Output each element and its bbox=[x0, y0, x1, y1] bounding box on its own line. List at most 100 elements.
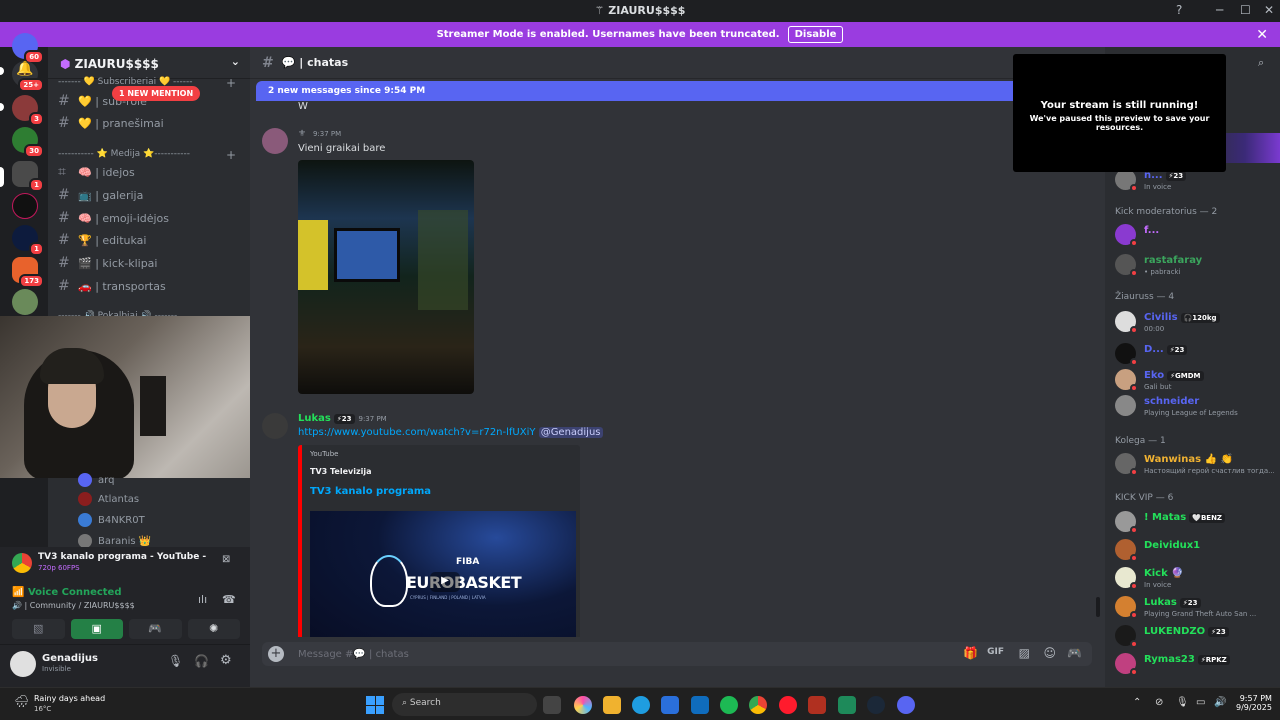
minimize-button[interactable]: ─ bbox=[1216, 3, 1223, 17]
weather-icon[interactable]: 🌧 bbox=[14, 694, 29, 708]
play-icon[interactable]: ▶ bbox=[430, 572, 460, 592]
member-row[interactable]: schneider Playing League of Legends bbox=[1115, 391, 1275, 421]
store-icon[interactable] bbox=[661, 696, 679, 714]
voice-user[interactable]: B4NKR0T bbox=[78, 513, 145, 527]
channel-kick-klipai[interactable]: # 🎬 | kick-klipai bbox=[58, 253, 244, 273]
member-row[interactable]: Civilis 🎧120kg 00:00 bbox=[1115, 307, 1275, 337]
screen-share-icon[interactable]: ▣ bbox=[70, 619, 123, 639]
game-app-icon[interactable] bbox=[808, 696, 826, 714]
vpn-icon[interactable]: ⊘ bbox=[1155, 697, 1163, 708]
chrome-icon[interactable] bbox=[749, 696, 767, 714]
search-icon[interactable]: ⌕ bbox=[1258, 56, 1264, 70]
member-row[interactable]: LUKENDZO ⚡23 bbox=[1115, 621, 1275, 651]
add-attachment-icon[interactable]: + bbox=[268, 646, 284, 662]
member-row[interactable]: ! Matas 🤍BENZ bbox=[1115, 507, 1275, 537]
notifications-icon[interactable]: 🔔 25+ bbox=[12, 61, 44, 92]
copilot-icon[interactable] bbox=[574, 696, 592, 714]
server-icon[interactable]: 30 bbox=[12, 127, 44, 158]
microphone-icon[interactable]: 🎙 bbox=[168, 654, 183, 668]
new-messages-bar[interactable]: 2 new messages since 9:54 PM M bbox=[256, 81, 1096, 101]
tray-chevron-icon[interactable]: ⌃ bbox=[1133, 697, 1141, 708]
member-row[interactable]: Wanwinas 👍 👏 Настоящий герой счастлив тог… bbox=[1115, 449, 1275, 479]
opera-icon[interactable] bbox=[779, 696, 797, 714]
emoji-icon[interactable]: ☺ bbox=[1043, 646, 1056, 660]
voice-user[interactable]: arq bbox=[78, 473, 114, 487]
gif-icon[interactable]: GIF bbox=[987, 647, 1004, 657]
task-view-icon[interactable] bbox=[543, 696, 561, 714]
server-icon[interactable]: 173 bbox=[12, 257, 44, 288]
user-mention[interactable]: @Genadijus bbox=[538, 427, 603, 438]
message-author[interactable]: Lukas ⚡23 9:37 PM bbox=[298, 413, 387, 424]
member-row[interactable]: rastafaray • pabracki bbox=[1115, 250, 1275, 280]
avatar[interactable] bbox=[262, 128, 288, 154]
gift-icon[interactable]: 🎁 bbox=[963, 646, 978, 660]
add-channel-icon[interactable]: + bbox=[226, 148, 236, 162]
member-row[interactable]: Kick 🔮 In voice bbox=[1115, 563, 1275, 593]
video-thumbnail[interactable]: FIBA EUROBASKET CYPRUS | FINLAND | POLAN… bbox=[310, 511, 576, 637]
avatar[interactable] bbox=[10, 651, 36, 677]
settings-gear-icon[interactable]: ⚙ bbox=[220, 653, 232, 668]
member-row[interactable]: Deividux1 bbox=[1115, 535, 1275, 565]
maximize-button[interactable]: ☐ bbox=[1240, 3, 1251, 17]
channel-transportas[interactable]: # 🚗 | transportas bbox=[58, 276, 244, 296]
server-icon[interactable] bbox=[12, 289, 38, 315]
disable-streamer-mode-button[interactable]: Disable bbox=[787, 26, 844, 43]
terminal-icon[interactable] bbox=[838, 696, 856, 714]
server-icon[interactable]: 3 bbox=[12, 95, 44, 126]
member-row[interactable]: Rymas23 ⚡RPKZ bbox=[1115, 649, 1275, 679]
chat-scrollbar[interactable] bbox=[1096, 597, 1100, 617]
guild-header[interactable]: ⬢ ZIAURU$$$$ ⌄ bbox=[48, 47, 250, 79]
new-mention-pill[interactable]: 1 NEW MENTION bbox=[112, 86, 201, 101]
member-row[interactable]: f... bbox=[1115, 220, 1275, 250]
activities-icon[interactable]: 🎮 bbox=[1067, 646, 1082, 660]
voice-user[interactable]: Baranis 👑 bbox=[78, 534, 151, 548]
add-channel-icon[interactable]: + bbox=[226, 76, 236, 90]
activities-icon[interactable]: 🎮 bbox=[129, 619, 182, 639]
server-icon[interactable] bbox=[12, 193, 38, 219]
display-icon[interactable]: ▭ bbox=[1196, 697, 1205, 708]
noise-suppression-icon[interactable]: ılı bbox=[198, 593, 207, 606]
member-badge: ⚡RPKZ bbox=[1197, 655, 1230, 665]
close-window-button[interactable]: ✕ bbox=[1264, 3, 1274, 17]
stream-preview-popup[interactable]: Your stream is still running! We've paus… bbox=[1013, 54, 1226, 172]
close-banner-icon[interactable]: ✕ bbox=[1256, 27, 1268, 43]
sticker-icon[interactable]: ▨ bbox=[1019, 646, 1030, 660]
volume-icon[interactable]: 🔊 bbox=[1214, 697, 1226, 708]
spotify-icon[interactable] bbox=[720, 696, 738, 714]
disconnect-icon[interactable]: ☎ bbox=[222, 593, 236, 606]
help-icon[interactable]: ? bbox=[1176, 3, 1182, 17]
embed-author[interactable]: TV3 Televizija bbox=[310, 467, 371, 476]
message-input[interactable]: + Message #💬 | chatas 🎁 GIF ▨ ☺ 🎮 bbox=[262, 642, 1092, 666]
close-activity-icon[interactable]: ⊠ bbox=[222, 554, 230, 565]
channel-editukai[interactable]: # 🏆 | editukai bbox=[58, 230, 244, 250]
outlook-icon[interactable] bbox=[691, 696, 709, 714]
server-icon[interactable]: 1 bbox=[12, 225, 44, 256]
discord-icon[interactable] bbox=[897, 696, 915, 714]
voice-location[interactable]: 🔊 | Community / ZIAURU$$$$ bbox=[12, 601, 135, 610]
clock[interactable]: 9:57 PM 9/9/2025 bbox=[1236, 694, 1272, 712]
camera-off-icon[interactable]: ▧ bbox=[12, 619, 65, 639]
category-medija[interactable]: ----------- ⭐ Medija ⭐----------- + bbox=[58, 148, 244, 162]
youtube-link[interactable]: https://www.youtube.com/watch?v=r72n-lfU… bbox=[298, 427, 536, 438]
file-explorer-icon[interactable] bbox=[603, 696, 621, 714]
server-icon-selected[interactable]: 1 bbox=[12, 161, 44, 192]
direct-messages-button[interactable]: 60 bbox=[12, 33, 44, 64]
image-attachment[interactable] bbox=[298, 160, 474, 394]
server-badge: 3 bbox=[29, 112, 44, 126]
avatar[interactable] bbox=[262, 413, 288, 439]
soundboard-icon[interactable]: ✺ bbox=[187, 619, 240, 639]
weather-title[interactable]: Rainy days ahead bbox=[34, 694, 105, 703]
embed-title[interactable]: TV3 kanalo programa bbox=[310, 486, 431, 497]
microphone-tray-icon[interactable]: 🎙 bbox=[1176, 697, 1189, 708]
search-box[interactable]: ⌕ Search bbox=[392, 693, 537, 716]
channel-idejos[interactable]: ⌗ 🧠 | idejos bbox=[58, 162, 244, 182]
edge-icon[interactable] bbox=[632, 696, 650, 714]
headphones-icon[interactable]: 🎧 bbox=[194, 654, 209, 668]
member-row[interactable]: Lukas ⚡23 Playing Grand Theft Auto San ... bbox=[1115, 592, 1275, 622]
channel-emoji-idejos[interactable]: # 🧠 | emoji-idėjos bbox=[58, 208, 244, 228]
channel-pranesimai[interactable]: # 💛 | pranešimai bbox=[58, 113, 244, 133]
steam-icon[interactable] bbox=[867, 696, 885, 714]
windows-start-icon[interactable] bbox=[366, 696, 384, 714]
voice-user[interactable]: Atlantas bbox=[78, 492, 139, 506]
channel-galerija[interactable]: # 📺 | galerija bbox=[58, 185, 244, 205]
